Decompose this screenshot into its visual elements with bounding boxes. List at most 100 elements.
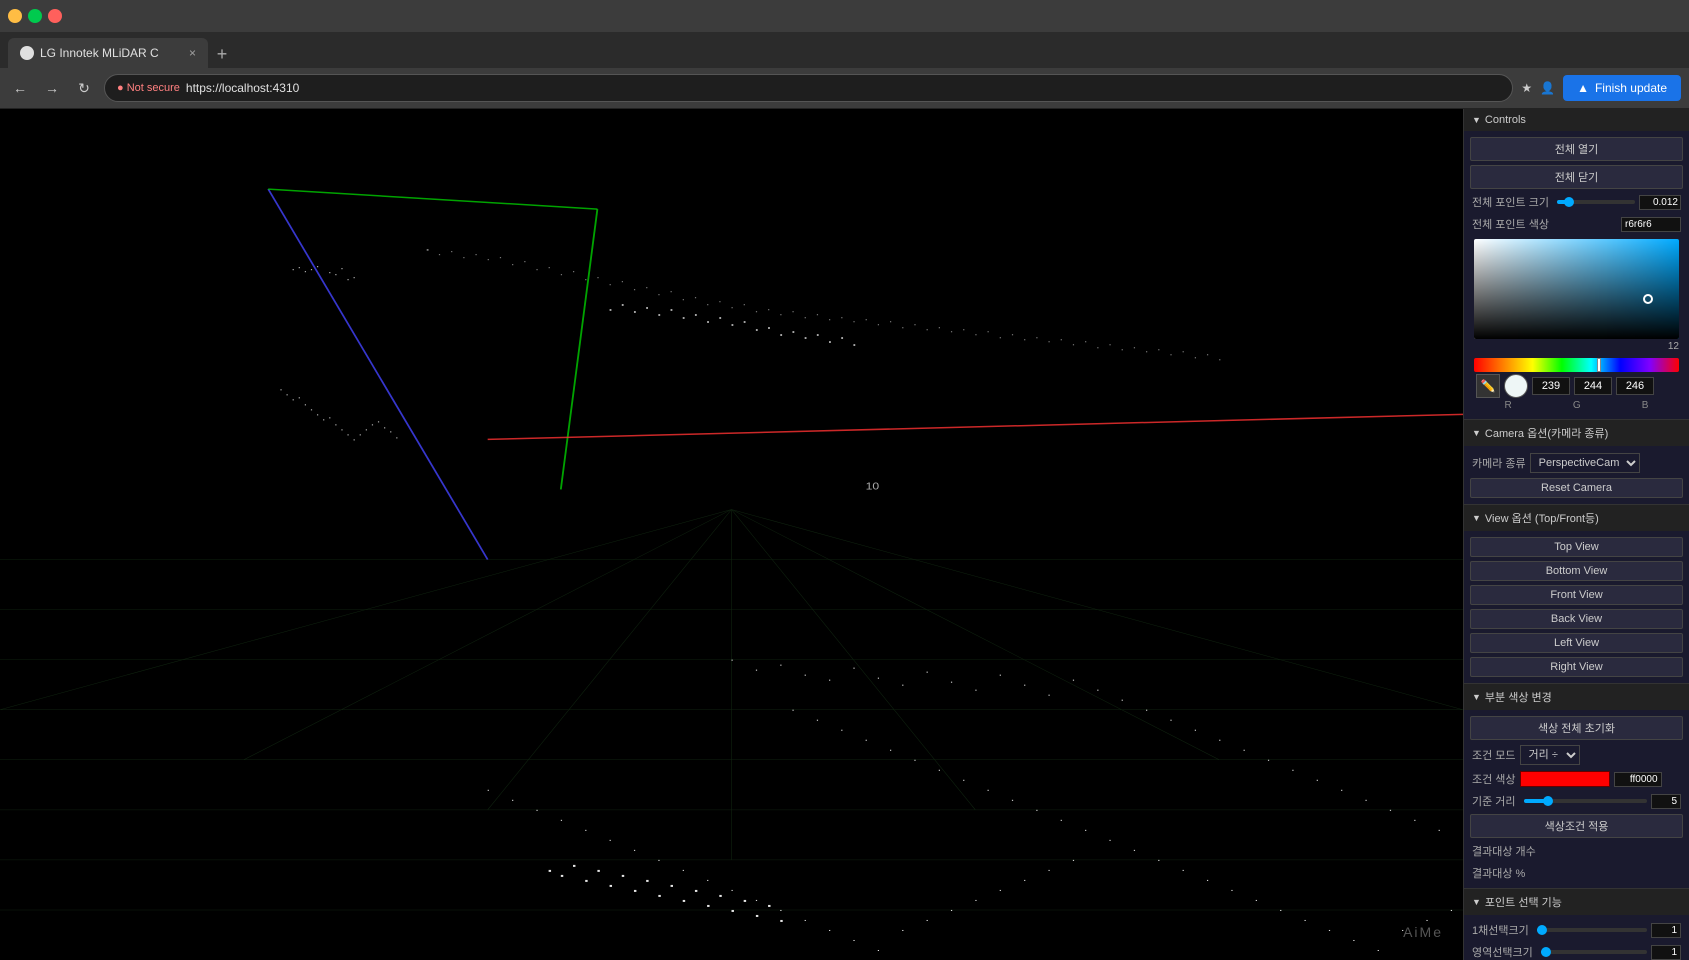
unknown-value: 12 <box>1668 341 1679 352</box>
color-change-title: 부분 색상 변경 <box>1485 689 1552 705</box>
color-r-input[interactable]: 239 <box>1532 377 1570 395</box>
camera-content: 카메라 종류 PerspectiveCamera Reset Camera <box>1464 446 1689 504</box>
color-g-input[interactable]: 244 <box>1574 377 1612 395</box>
base-distance-thumb <box>1543 796 1553 806</box>
condition-color-input[interactable] <box>1614 772 1662 787</box>
area-select-label: 영역선택크기 <box>1472 944 1533 960</box>
color-change-chevron: ▼ <box>1472 692 1481 702</box>
reset-camera-button[interactable]: Reset Camera <box>1470 478 1683 498</box>
point-select-title: 포인트 선택 기능 <box>1485 894 1562 910</box>
open-all-button[interactable]: 전체 열기 <box>1470 137 1683 161</box>
color-spectrum <box>1474 358 1679 372</box>
point-size-thumb <box>1564 197 1574 207</box>
area-select-size-row: 영역선택크기 1 <box>1470 941 1683 960</box>
apply-color-condition-button[interactable]: 색상조건 적용 <box>1470 814 1683 838</box>
condition-color-swatch[interactable] <box>1520 771 1610 787</box>
tab-title: LG Innotek MLiDAR C <box>40 46 159 60</box>
view-content: Top View Bottom View Front View Back Vie… <box>1464 531 1689 683</box>
edge-count-row: 결과대상 개수 <box>1470 840 1683 862</box>
select-size-thumb <box>1537 925 1547 935</box>
left-view-button[interactable]: Left View <box>1470 633 1683 653</box>
new-tab-button[interactable]: + <box>208 40 236 68</box>
area-select-thumb <box>1541 947 1551 957</box>
camera-chevron: ▼ <box>1472 428 1481 438</box>
url-display: https://localhost:4310 <box>186 81 299 95</box>
controls-section-header[interactable]: ▼ Controls <box>1464 109 1689 131</box>
select-size-label: 1채선택크기 <box>1472 922 1529 938</box>
finish-update-icon: ▲ <box>1577 81 1589 95</box>
back-button[interactable]: ← <box>8 76 32 100</box>
finish-update-button[interactable]: ▲ Finish update <box>1563 75 1681 101</box>
top-view-button[interactable]: Top View <box>1470 537 1683 557</box>
right-view-button[interactable]: Right View <box>1470 657 1683 677</box>
select-size-row: 1채선택크기 1 <box>1470 919 1683 941</box>
tab-close-button[interactable]: × <box>189 46 196 60</box>
pointcloud-visualization: 10 <box>0 109 1463 960</box>
g-label: G <box>1573 400 1581 411</box>
profile-icon[interactable]: 👤 <box>1540 81 1555 95</box>
point-size-label: 전체 포인트 크기 <box>1472 194 1549 210</box>
color-change-section: ▼ 부분 색상 변경 색상 전체 초기화 조건 모드 거리 ÷ 조건 색상 <box>1464 684 1689 889</box>
close-window-button[interactable] <box>48 9 62 23</box>
reset-all-color-button[interactable]: 색상 전체 초기화 <box>1470 716 1683 740</box>
base-distance-label: 기준 거리 <box>1472 793 1516 809</box>
color-inputs-row: ✏️ 239 244 246 <box>1474 372 1679 400</box>
camera-type-label: 카메라 종류 <box>1472 455 1526 471</box>
bookmarks-icon[interactable]: ★ <box>1521 81 1532 95</box>
3d-viewport[interactable]: 4 FPS (4-144) 41m~124m <box>0 109 1463 960</box>
close-all-button[interactable]: 전체 닫기 <box>1470 165 1683 189</box>
color-gradient-picker[interactable] <box>1474 239 1679 339</box>
eyedropper-button[interactable]: ✏️ <box>1476 374 1500 398</box>
back-view-button[interactable]: Back View <box>1470 609 1683 629</box>
select-size-slider[interactable] <box>1537 928 1647 932</box>
active-tab[interactable]: LG Innotek MLiDAR C × <box>8 38 208 68</box>
edge-pct-label: 결과대상 % <box>1472 865 1525 881</box>
camera-title: Camera 옵션(카메라 종류) <box>1485 425 1608 441</box>
base-distance-row: 기준 거리 5 <box>1470 790 1683 812</box>
condition-color-label: 조건 색상 <box>1472 771 1516 787</box>
view-section: ▼ View 옵션 (Top/Front등) Top View Bottom V… <box>1464 505 1689 684</box>
point-size-row: 전체 포인트 크기 0.012 <box>1470 191 1683 213</box>
point-color-hex-input[interactable]: r6r6r6 <box>1621 217 1681 232</box>
condition-mode-label: 조건 모드 <box>1472 747 1516 763</box>
address-bar-input[interactable]: ● Not secure https://localhost:4310 <box>104 74 1513 102</box>
edge-pct-row: 결과대상 % <box>1470 862 1683 884</box>
not-secure-indicator: ● Not secure <box>117 82 180 94</box>
maximize-button[interactable] <box>28 9 42 23</box>
b-label: B <box>1642 400 1649 411</box>
camera-type-select[interactable]: PerspectiveCamera <box>1530 453 1640 473</box>
controls-chevron: ▼ <box>1472 115 1481 125</box>
area-select-input[interactable]: 1 <box>1651 945 1681 960</box>
base-distance-input[interactable]: 5 <box>1651 794 1681 809</box>
view-title: View 옵션 (Top/Front등) <box>1485 510 1599 526</box>
condition-mode-select[interactable]: 거리 ÷ <box>1520 745 1580 765</box>
front-view-button[interactable]: Front View <box>1470 585 1683 605</box>
controls-content: 전체 열기 전체 닫기 전체 포인트 크기 0.012 전체 포인트 <box>1464 131 1689 419</box>
color-b-input[interactable]: 246 <box>1616 377 1654 395</box>
area-select-slider[interactable] <box>1541 950 1647 954</box>
view-section-header[interactable]: ▼ View 옵션 (Top/Front등) <box>1464 505 1689 531</box>
color-gradient-bg <box>1474 239 1679 339</box>
point-select-header[interactable]: ▼ 포인트 선택 기능 <box>1464 889 1689 915</box>
forward-button[interactable]: → <box>40 76 64 100</box>
point-size-slider[interactable] <box>1557 200 1635 204</box>
base-distance-slider[interactable] <box>1524 799 1647 803</box>
point-select-section: ▼ 포인트 선택 기능 1채선택크기 1 영역선택크기 <box>1464 889 1689 960</box>
point-color-row: 전체 포인트 색상 r6r6r6 <box>1470 213 1683 235</box>
point-select-chevron: ▼ <box>1472 897 1481 907</box>
color-change-content: 색상 전체 초기화 조건 모드 거리 ÷ 조건 색상 기준 거리 <box>1464 710 1689 888</box>
point-size-input[interactable]: 0.012 <box>1639 195 1681 210</box>
select-size-input[interactable]: 1 <box>1651 923 1681 938</box>
bottom-view-button[interactable]: Bottom View <box>1470 561 1683 581</box>
edge-count-label: 결과대상 개수 <box>1472 843 1536 859</box>
spectrum-thumb <box>1597 358 1601 372</box>
aime-watermark: AiMe <box>1403 924 1443 940</box>
svg-text:10: 10 <box>866 481 880 492</box>
minimize-button[interactable] <box>8 9 22 23</box>
camera-section-header[interactable]: ▼ Camera 옵션(카메라 종류) <box>1464 420 1689 446</box>
color-change-header[interactable]: ▼ 부분 색상 변경 <box>1464 684 1689 710</box>
refresh-button[interactable]: ↻ <box>72 76 96 100</box>
color-spectrum-bar[interactable] <box>1474 358 1679 372</box>
condition-color-row: 조건 색상 <box>1470 768 1683 790</box>
controls-section: ▼ Controls 전체 열기 전체 닫기 전체 포인트 크기 0.012 <box>1464 109 1689 420</box>
